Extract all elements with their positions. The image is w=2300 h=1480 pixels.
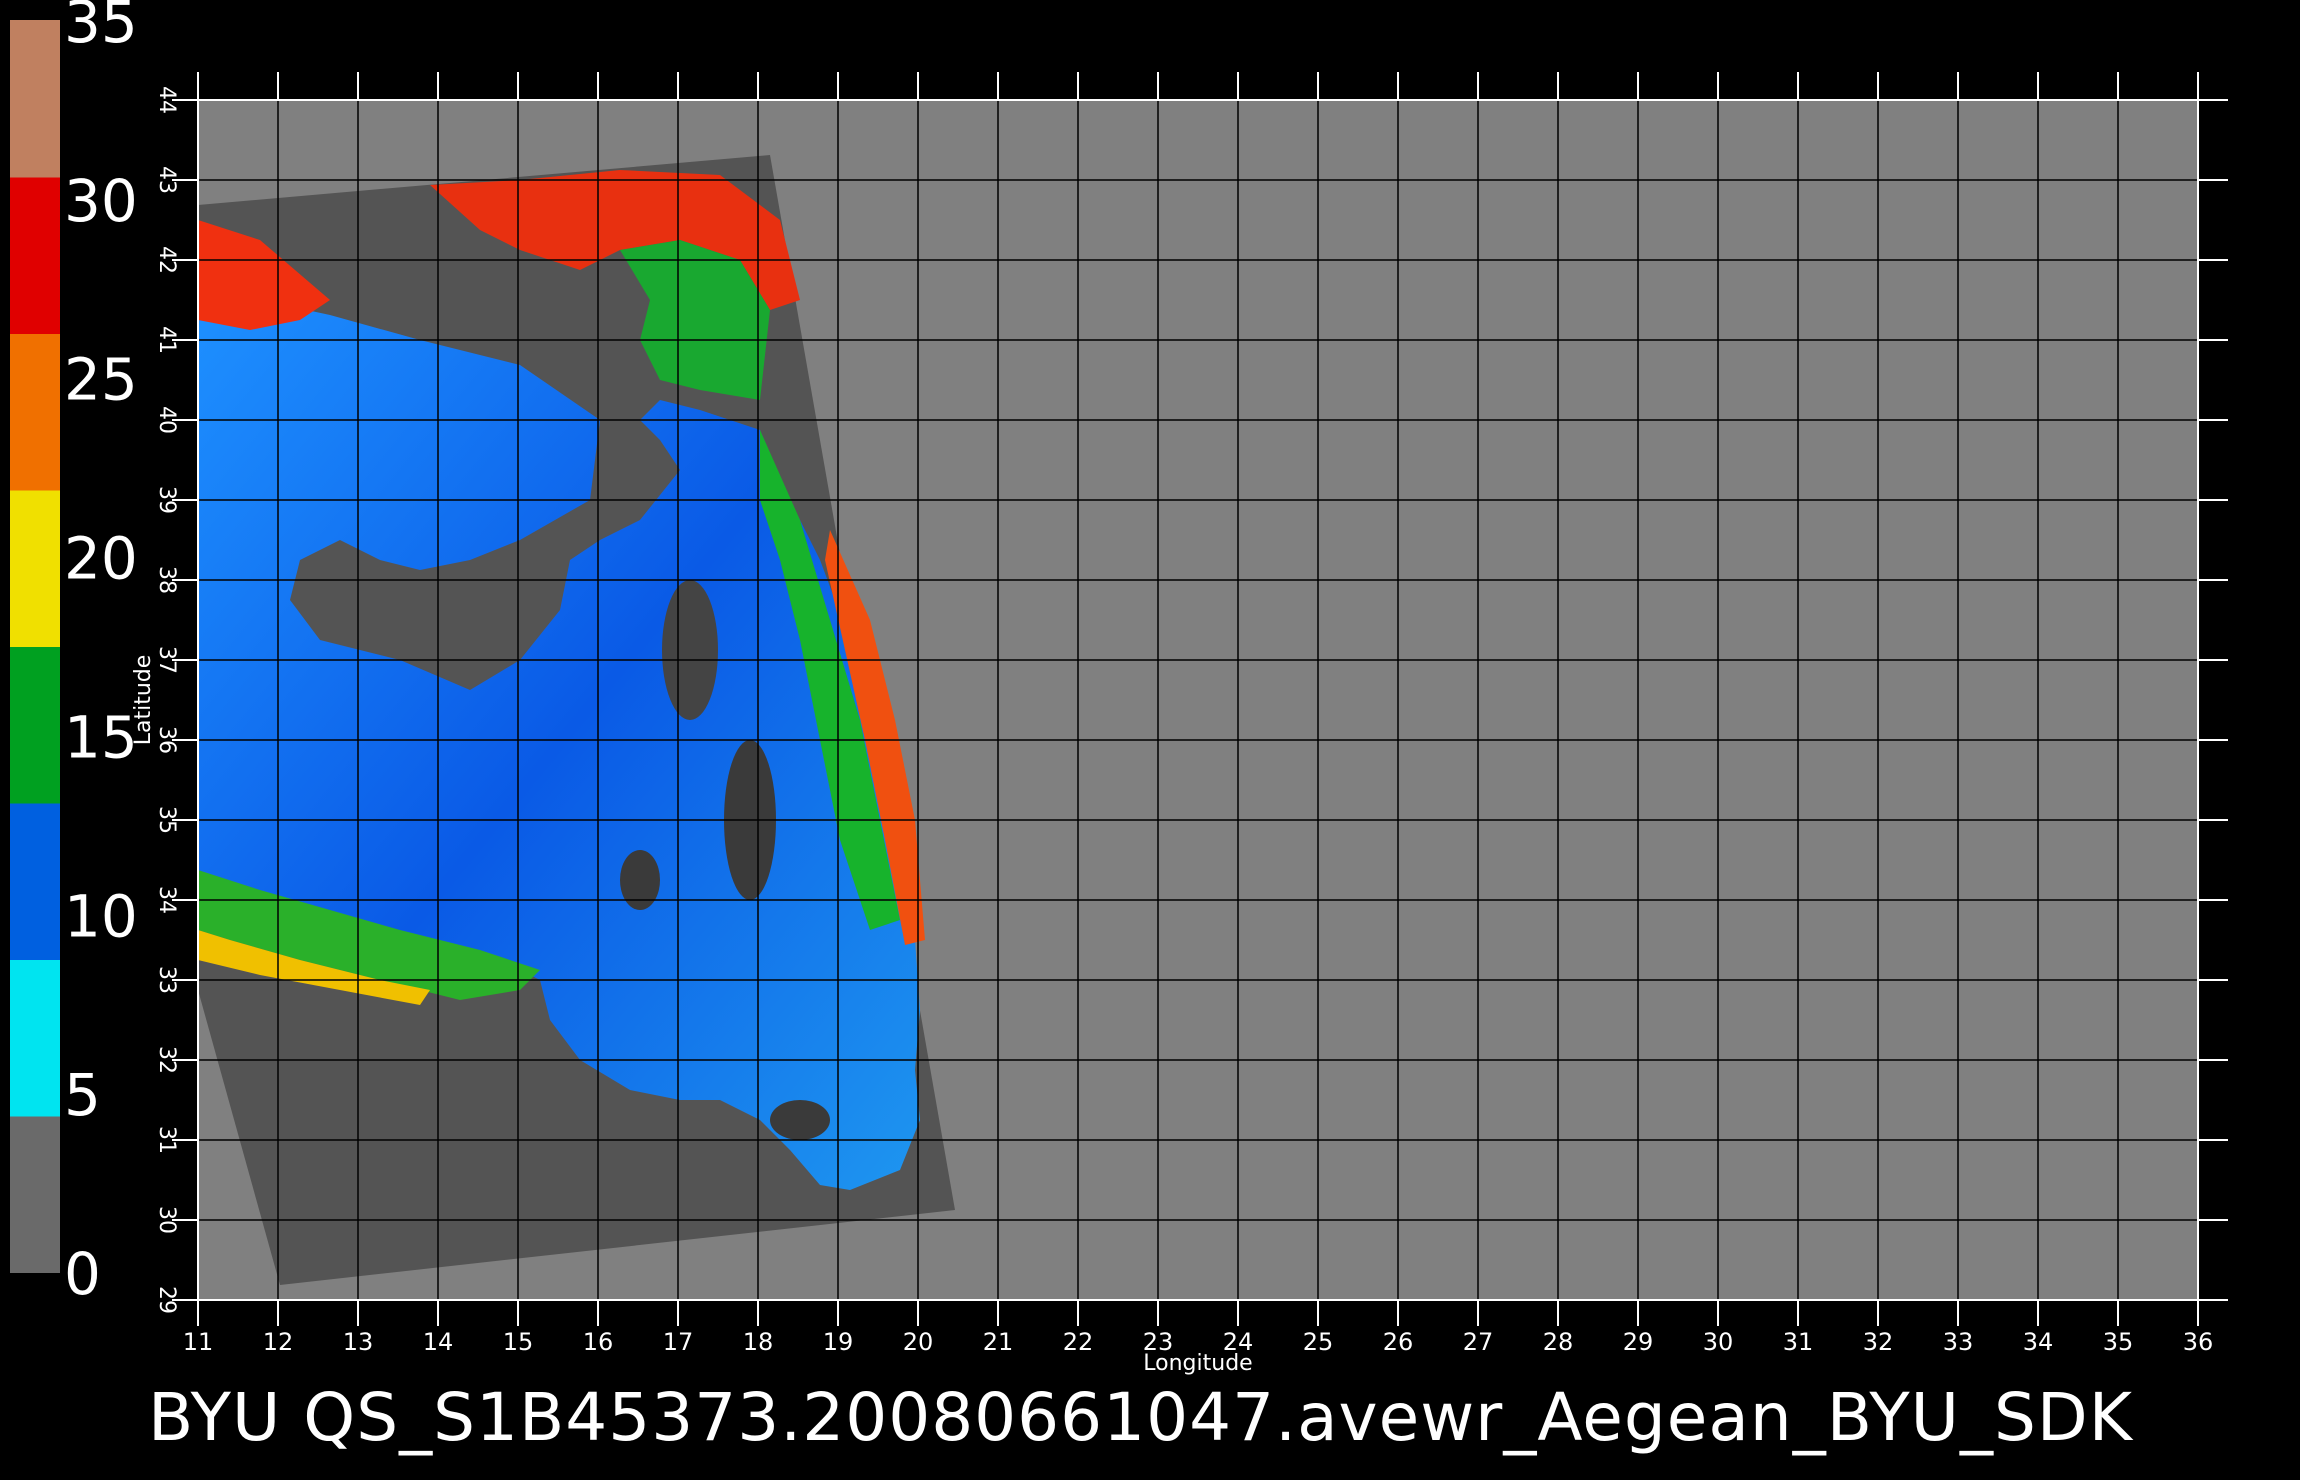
- colorbar-segment: [10, 646, 60, 804]
- lat-tick-label: 29: [154, 1286, 179, 1314]
- lat-tick-label: 36: [154, 726, 179, 754]
- lat-tick-label: 35: [154, 806, 179, 834]
- colorbar-segment: [10, 333, 60, 491]
- lon-tick-label: 17: [663, 1328, 694, 1356]
- lon-tick-label: 35: [2103, 1328, 2134, 1356]
- lon-tick-label: 36: [2183, 1328, 2214, 1356]
- lon-tick-label: 22: [1063, 1328, 1094, 1356]
- colorbar-label: 30: [64, 167, 138, 235]
- lon-tick-label: 25: [1303, 1328, 1334, 1356]
- lat-tick-label: 31: [154, 1126, 179, 1154]
- dataset-title: BYU QS_S1B45373.20080661047.avewr_Aegean…: [148, 1379, 2133, 1456]
- lat-tick-label: 41: [154, 326, 179, 354]
- colorbar-segment: [10, 959, 60, 1117]
- lat-tick-label: 34: [154, 886, 179, 914]
- wind-speed-map: 0 5 10 15 20 25 30 35 11 12 13 14 15 16 17 18 1…: [10, 0, 2228, 1376]
- colorbar-segment: [10, 802, 60, 960]
- lon-tick-label: 13: [343, 1328, 374, 1356]
- colorbar-segment: [10, 176, 60, 334]
- colorbar-label: 0: [64, 1240, 101, 1308]
- lat-tick-label: 32: [154, 1046, 179, 1074]
- colorbar-label: 10: [64, 882, 138, 950]
- lon-tick-label: 27: [1463, 1328, 1494, 1356]
- lon-tick-label: 32: [1863, 1328, 1894, 1356]
- lon-tick-label: 26: [1383, 1328, 1414, 1356]
- lon-tick-label: 15: [503, 1328, 534, 1356]
- y-axis-label: Latitude: [131, 655, 156, 746]
- calm-patch: [770, 1100, 830, 1140]
- colorbar-segment: [10, 489, 60, 647]
- lon-tick-label: 34: [2023, 1328, 2054, 1356]
- map-viewer: 0 5 10 15 20 25 30 35 11 12 13 14 15 16 …: [0, 0, 2300, 1480]
- lon-tick-label: 16: [583, 1328, 614, 1356]
- lat-tick-label: 42: [154, 246, 179, 274]
- colorbar-label: 25: [64, 346, 138, 414]
- lat-tick-label: 38: [154, 566, 179, 594]
- lat-tick-label: 44: [154, 86, 179, 114]
- lon-tick-label: 31: [1783, 1328, 1814, 1356]
- lon-tick-label: 21: [983, 1328, 1014, 1356]
- lon-tick-label: 19: [823, 1328, 854, 1356]
- lon-tick-label: 29: [1623, 1328, 1654, 1356]
- lat-tick-label: 37: [154, 646, 179, 674]
- lon-tick-label: 33: [1943, 1328, 1974, 1356]
- colorbar-label: 20: [64, 525, 138, 593]
- colorbar-segment: [10, 1115, 60, 1273]
- lat-tick-label: 43: [154, 166, 179, 194]
- lat-tick-label: 33: [154, 966, 179, 994]
- lon-tick-label: 18: [743, 1328, 774, 1356]
- lon-tick-label: 12: [263, 1328, 294, 1356]
- calm-patch: [662, 580, 718, 720]
- colorbar-label: 5: [64, 1061, 101, 1129]
- lat-tick-label: 40: [154, 406, 179, 434]
- lon-tick-label: 14: [423, 1328, 454, 1356]
- colorbar-segment: [10, 20, 60, 178]
- colorbar-label: 35: [64, 0, 138, 56]
- lat-tick-label: 39: [154, 486, 179, 514]
- lat-tick-label: 30: [154, 1206, 179, 1234]
- lon-tick-label: 30: [1703, 1328, 1734, 1356]
- lon-tick-label: 28: [1543, 1328, 1574, 1356]
- lon-tick-label: 20: [903, 1328, 934, 1356]
- lon-tick-label: 11: [183, 1328, 214, 1356]
- colorbar-label: 15: [64, 703, 138, 771]
- colorbar: 0 5 10 15 20 25 30 35: [10, 0, 138, 1308]
- calm-patch: [620, 850, 660, 910]
